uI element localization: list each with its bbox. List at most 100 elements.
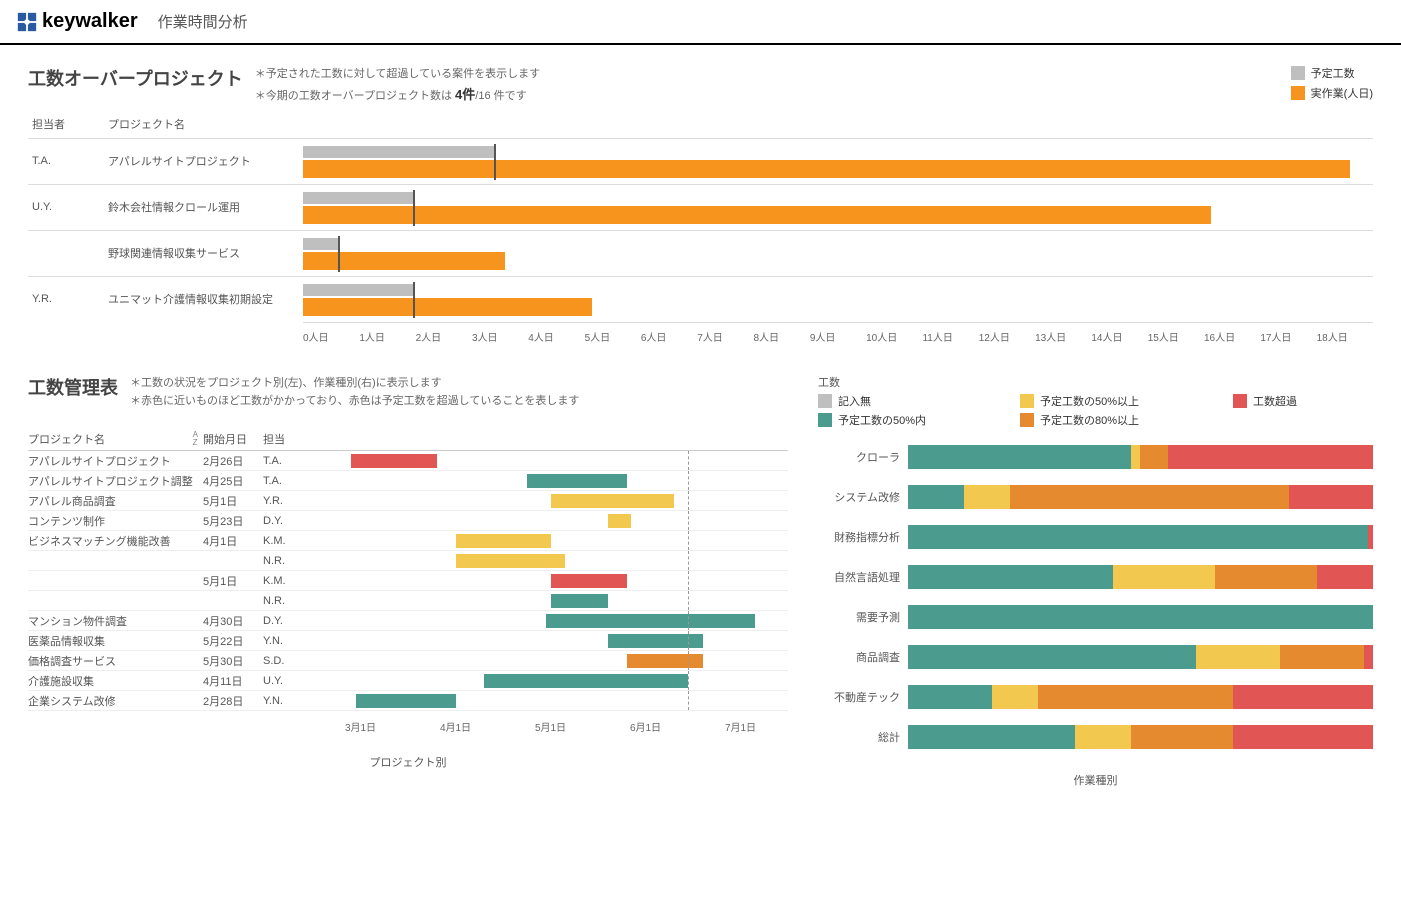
gantt-bar[interactable] <box>527 474 627 488</box>
gantt-bar[interactable] <box>551 574 627 588</box>
gantt-col-name[interactable]: プロジェクト名 AZ <box>28 431 203 447</box>
stack-seg-over[interactable] <box>1168 445 1373 469</box>
bar-plan[interactable] <box>303 146 494 158</box>
gantt-headers: プロジェクト名 AZ 開始月日 担当 <box>28 431 788 451</box>
gantt-bar-area <box>313 631 788 650</box>
stack-seg-p80over[interactable] <box>1140 445 1168 469</box>
bar-actual[interactable] <box>303 252 505 270</box>
axis-tick: 14人日 <box>1091 329 1147 344</box>
bar-actual[interactable] <box>303 298 592 316</box>
bar-actual[interactable] <box>303 160 1350 178</box>
stack-seg-p50in[interactable] <box>908 685 992 709</box>
gantt-col-owner[interactable]: 担当 <box>263 431 313 447</box>
stack-seg-over[interactable] <box>1317 565 1373 589</box>
keywalker-icon <box>16 11 38 33</box>
bar-actual[interactable] <box>303 206 1211 224</box>
stack-seg-p80over[interactable] <box>1280 645 1364 669</box>
stack-seg-p80over[interactable] <box>1010 485 1289 509</box>
gantt-bar[interactable] <box>627 654 703 668</box>
stack-seg-over[interactable] <box>1364 645 1373 669</box>
gantt-bar[interactable] <box>356 694 456 708</box>
bar-plan[interactable] <box>303 238 338 250</box>
stack-seg-p50in[interactable] <box>908 485 964 509</box>
over-note2-em: 4件 <box>455 87 475 102</box>
legend-50in[interactable]: 予定工数の50%内 <box>818 412 1002 428</box>
stack-row: クローラ <box>818 442 1373 472</box>
stack-seg-p50in[interactable] <box>908 645 1196 669</box>
stack-seg-p80over[interactable] <box>1131 725 1233 749</box>
gantt-owner: K.M. <box>263 535 313 547</box>
gantt-bar[interactable] <box>546 614 755 628</box>
gantt-start: 2月28日 <box>203 693 263 709</box>
gantt-bar-area <box>313 611 788 630</box>
stack-seg-p50in[interactable] <box>908 525 1368 549</box>
over-bars <box>303 139 1373 184</box>
gantt-owner: S.D. <box>263 655 313 667</box>
stack-seg-p50over[interactable] <box>992 685 1039 709</box>
gantt-bar[interactable] <box>551 494 675 508</box>
gantt-start: 4月11日 <box>203 673 263 689</box>
stack-row: 自然言語処理 <box>818 562 1373 592</box>
stack-bar <box>908 565 1373 589</box>
stack-seg-p50over[interactable] <box>1075 725 1131 749</box>
gantt-bar-area <box>313 551 788 570</box>
stack-seg-over[interactable] <box>1368 525 1373 549</box>
gantt-caption: プロジェクト別 <box>28 754 788 770</box>
over-project: ユニマット介護情報収集初期設定 <box>108 291 303 307</box>
gantt-bar[interactable] <box>351 454 437 468</box>
axis-tick: 10人日 <box>866 329 922 344</box>
gantt-col-start[interactable]: 開始月日 <box>203 431 263 447</box>
stack-label: クローラ <box>818 449 908 465</box>
over-bars <box>303 185 1373 230</box>
over-x-axis: 0人日1人日2人日3人日4人日5人日6人日7人日8人日9人日10人日11人日12… <box>303 322 1373 344</box>
over-owner: T.A. <box>28 155 108 167</box>
stack-seg-over[interactable] <box>1233 685 1373 709</box>
gantt-owner: Y.R. <box>263 495 313 507</box>
stack-seg-p50in[interactable] <box>908 725 1075 749</box>
legend-80over[interactable]: 予定工数の80%以上 <box>1020 412 1215 428</box>
stack-seg-p50in[interactable] <box>908 445 1131 469</box>
axis-tick: 8人日 <box>754 329 810 344</box>
gantt-bar[interactable] <box>608 514 632 528</box>
gantt-bar-area <box>313 571 788 590</box>
stack-label: 需要予測 <box>818 609 908 625</box>
gantt-bar[interactable] <box>456 534 551 548</box>
legend-actual[interactable]: 実作業(人日) <box>1291 85 1373 101</box>
stack-seg-p50over[interactable] <box>1113 565 1215 589</box>
gantt-row: アパレル商品調査5月1日Y.R. <box>28 491 788 511</box>
stack-seg-over[interactable] <box>1289 485 1373 509</box>
axis-tick: 6月1日 <box>598 719 693 734</box>
stack-seg-p80over[interactable] <box>1038 685 1233 709</box>
axis-tick: 11人日 <box>922 329 978 344</box>
gantt-body[interactable]: アパレルサイトプロジェクト2月26日T.A.アパレルサイトプロジェクト調整4月2… <box>28 451 788 711</box>
legend-50over[interactable]: 予定工数の50%以上 <box>1020 393 1215 409</box>
legend-plan[interactable]: 予定工数 <box>1291 65 1373 81</box>
over-owner: Y.R. <box>28 293 108 305</box>
stack-label: 財務指標分析 <box>818 529 908 545</box>
over-project: 野球関連情報収集サービス <box>108 245 303 261</box>
gantt-bar-area <box>313 591 788 610</box>
gantt-bar[interactable] <box>551 594 608 608</box>
stack-seg-p50over[interactable] <box>1196 645 1280 669</box>
stack-seg-p50in[interactable] <box>908 565 1113 589</box>
stack-caption: 作業種別 <box>818 772 1373 788</box>
stack-label: システム改修 <box>818 489 908 505</box>
bar-plan[interactable] <box>303 192 413 204</box>
stack-seg-p50in[interactable] <box>908 605 1373 629</box>
gantt-bar[interactable] <box>484 674 688 688</box>
swatch-gray <box>1291 66 1305 80</box>
gantt-bar[interactable] <box>456 554 565 568</box>
stack-seg-over[interactable] <box>1233 725 1373 749</box>
stack-seg-p50over[interactable] <box>964 485 1011 509</box>
axis-tick: 0人日 <box>303 329 359 344</box>
today-line <box>688 511 689 530</box>
legend-none[interactable]: 記入無 <box>818 393 1002 409</box>
gantt-name: アパレル商品調査 <box>28 493 203 509</box>
stack-seg-p50over[interactable] <box>1131 445 1140 469</box>
sort-icon[interactable]: AZ <box>193 431 197 447</box>
stack-bar <box>908 605 1373 629</box>
legend-over[interactable]: 工数超過 <box>1233 393 1373 409</box>
bar-plan[interactable] <box>303 284 413 296</box>
axis-tick: 7人日 <box>697 329 753 344</box>
stack-seg-p80over[interactable] <box>1215 565 1317 589</box>
